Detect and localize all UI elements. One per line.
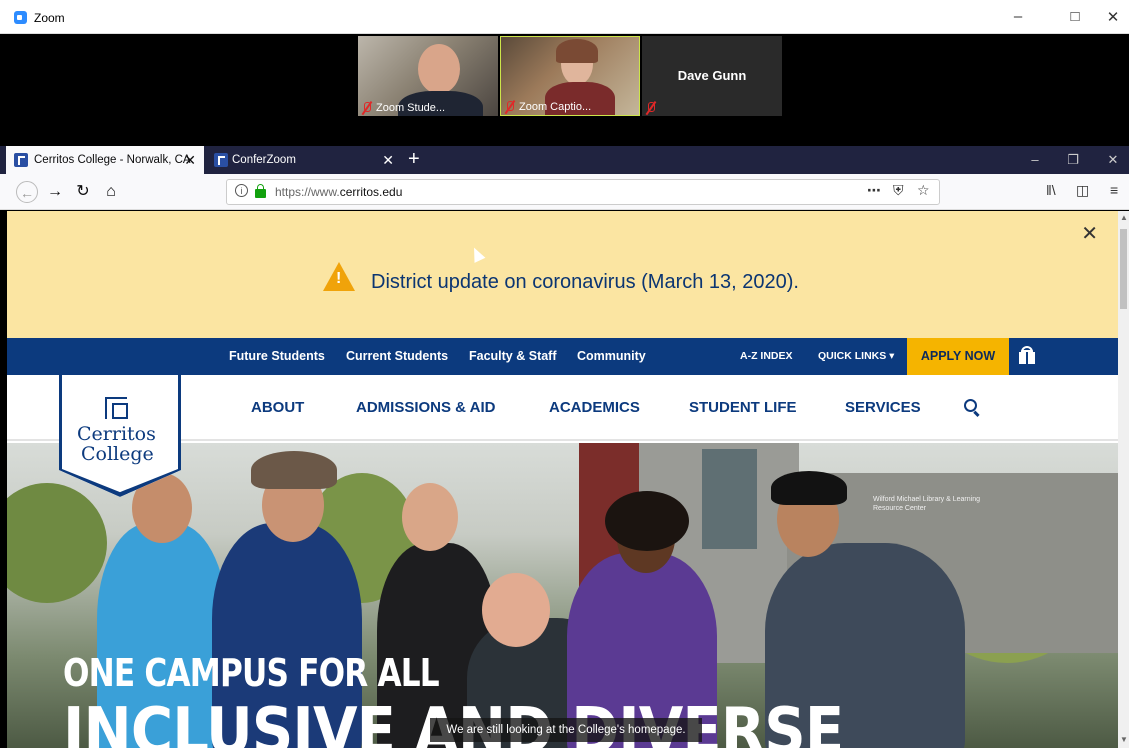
hero-slogan: ONE CAMPUS FOR ALL — [63, 651, 440, 695]
bookmark-star-icon[interactable]: ☆ — [917, 182, 930, 199]
muted-mic-icon — [646, 102, 655, 114]
scrollbar-thumb[interactable] — [1120, 229, 1127, 309]
scroll-down-icon[interactable]: ▼ — [1120, 735, 1128, 744]
zoom-window-title: Zoom — [34, 11, 65, 25]
close-tab-icon[interactable]: ✕ — [184, 146, 196, 174]
participant-name: Zoom Captio... — [519, 101, 592, 113]
participant-video-tile[interactable]: Zoom Stude... — [358, 36, 498, 116]
caret-down-icon: ▾ — [889, 350, 895, 362]
apply-now-button[interactable]: APPLY NOW — [907, 338, 1009, 375]
warning-icon: ! — [323, 262, 355, 291]
az-index-link[interactable]: A-Z INDEX — [740, 350, 793, 362]
info-icon[interactable]: i — [235, 184, 248, 197]
tab-cerritos[interactable]: Cerritos College - Norwalk, CA ✕ — [6, 146, 204, 174]
browser-toolbar: ← → ↻ ⌂ i https://www.cerritos.edu ⋯ ⛨ ☆… — [0, 174, 1129, 210]
gift-icon[interactable] — [1017, 346, 1037, 364]
close-icon[interactable]: ✕ — [1098, 146, 1128, 174]
page-actions-icon[interactable]: ⋯ — [867, 182, 881, 199]
web-page: ✕ ! District update on coronavirus (Marc… — [7, 211, 1118, 748]
new-tab-icon[interactable]: + — [408, 146, 420, 172]
logo-text: College — [81, 443, 154, 465]
search-icon[interactable] — [964, 399, 977, 412]
video-strip: Zoom Stude... Zoom Captio... Dave Gunn — [0, 34, 1129, 146]
browser-tab-bar: Cerritos College - Norwalk, CA ✕ ConferZ… — [0, 146, 1129, 174]
muted-mic-icon — [505, 101, 514, 113]
tab-conferzoom[interactable]: ConferZoom ✕ — [208, 146, 402, 174]
page-scrollbar[interactable]: ▲ ▼ — [1118, 211, 1129, 748]
forward-icon[interactable]: → — [44, 181, 66, 203]
nav-academics[interactable]: ACADEMICS — [549, 399, 640, 416]
pocket-icon[interactable]: ⛨ — [893, 182, 904, 199]
participant-video-tile[interactable]: Zoom Captio... — [500, 36, 640, 116]
building-sign: Wilford Michael Library & Learning Resou… — [873, 496, 980, 512]
site-favicon-icon — [14, 153, 28, 167]
utility-nav: Future Students Current Students Faculty… — [7, 338, 1118, 375]
participant-name: Dave Gunn — [677, 68, 747, 83]
menu-icon[interactable]: ≡ — [1110, 182, 1118, 198]
reload-icon[interactable]: ↻ — [72, 181, 94, 203]
nav-services[interactable]: SERVICES — [845, 399, 921, 416]
tab-label: ConferZoom — [232, 154, 296, 166]
closed-caption: We are still looking at the College's ho… — [430, 718, 702, 742]
nav-faculty-staff[interactable]: Faculty & Staff — [469, 349, 557, 363]
participant-video-tile[interactable]: Dave Gunn — [642, 36, 782, 116]
hero-image: Wilford Michael Library & Learning Resou… — [7, 443, 1118, 748]
nav-admissions-aid[interactable]: ADMISSIONS & AID — [356, 399, 495, 416]
close-alert-icon[interactable]: ✕ — [1081, 221, 1098, 246]
nav-community[interactable]: Community — [577, 349, 646, 363]
close-icon[interactable]: ✕ — [1098, 8, 1128, 26]
maximize-icon[interactable]: □ — [1060, 8, 1090, 25]
zoom-title-bar: Zoom – □ ✕ — [0, 0, 1129, 34]
mouse-cursor-icon — [468, 245, 486, 263]
participant-name: Zoom Stude... — [376, 102, 446, 114]
alert-link[interactable]: District update on coronavirus (March 13… — [371, 271, 799, 294]
lock-icon — [255, 184, 266, 198]
address-bar[interactable]: i https://www.cerritos.edu ⋯ ⛨ ☆ — [226, 179, 940, 205]
back-icon[interactable]: ← — [16, 181, 38, 203]
minimize-icon[interactable]: – — [1020, 146, 1050, 174]
home-icon[interactable]: ⌂ — [100, 181, 122, 203]
quick-links-dropdown[interactable]: QUICK LINKS ▾ — [818, 350, 894, 362]
library-icon[interactable]: ‖\ — [1046, 182, 1056, 198]
nav-current-students[interactable]: Current Students — [346, 349, 448, 363]
url-text[interactable]: https://www.cerritos.edu — [275, 185, 402, 199]
tab-label: Cerritos College - Norwalk, CA — [34, 154, 191, 166]
logo-text: Cerritos — [77, 423, 156, 445]
minimize-icon[interactable]: – — [1003, 8, 1033, 25]
sidebar-icon[interactable]: ◫ — [1076, 182, 1089, 199]
scroll-up-icon[interactable]: ▲ — [1120, 213, 1128, 222]
muted-mic-icon — [362, 102, 371, 114]
close-tab-icon[interactable]: ✕ — [382, 146, 394, 174]
nav-future-students[interactable]: Future Students — [229, 349, 325, 363]
zoom-logo-icon — [14, 11, 27, 24]
restore-icon[interactable]: ❐ — [1058, 146, 1088, 174]
alert-banner: ✕ ! District update on coronavirus (Marc… — [7, 211, 1118, 338]
site-favicon-icon — [214, 153, 228, 167]
nav-student-life[interactable]: STUDENT LIFE — [689, 399, 797, 416]
logo-mark-icon — [105, 397, 128, 419]
nav-about[interactable]: ABOUT — [251, 399, 304, 416]
